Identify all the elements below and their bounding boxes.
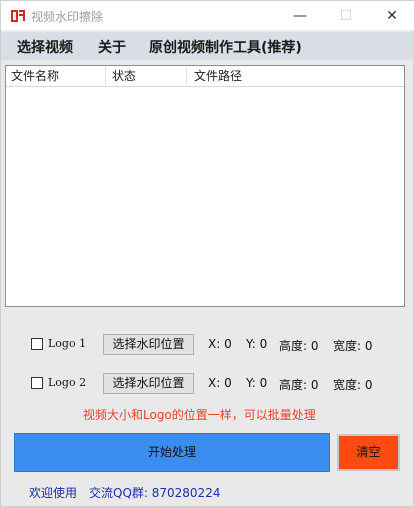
logo2-y-value: Y: 0 xyxy=(246,376,268,390)
maximize-icon: ☐ xyxy=(339,8,353,24)
qq-group-text: 交流QQ群: 870280224 xyxy=(89,486,221,500)
column-header-filename[interactable]: 文件名称 xyxy=(6,66,106,87)
logo2-height-value: 高度: 0 xyxy=(279,378,319,392)
title-bar[interactable]: 视频水印擦除 — ☐ ✕ xyxy=(1,1,414,31)
batch-hint-text: 视频大小和Logo的位置一样，可以批量处理 xyxy=(83,408,316,422)
logo2-x-value: X: 0 xyxy=(208,376,232,390)
minimize-button[interactable]: — xyxy=(277,1,323,31)
table-header: 文件名称 状态 文件路径 xyxy=(6,66,404,87)
close-button[interactable]: ✕ xyxy=(369,1,414,31)
app-logo-icon xyxy=(11,10,25,22)
logo2-width-value: 宽度: 0 xyxy=(333,378,373,392)
clear-button[interactable]: 清空 xyxy=(337,434,400,471)
logo1-height-value: 高度: 0 xyxy=(279,339,319,353)
menu-bar: 选择视频 关于 原创视频制作工具(推荐) xyxy=(1,32,414,60)
logo2-checkbox[interactable] xyxy=(31,377,43,389)
welcome-text: 欢迎使用 xyxy=(29,486,78,500)
window-title: 视频水印擦除 xyxy=(31,10,104,24)
logo1-x-value: X: 0 xyxy=(208,337,232,351)
maximize-button[interactable]: ☐ xyxy=(323,1,369,31)
logo1-width-value: 宽度: 0 xyxy=(333,339,373,353)
close-icon: ✕ xyxy=(386,8,398,24)
menu-original-video-tool[interactable]: 原创视频制作工具(推荐) xyxy=(149,37,302,57)
logo1-label[interactable]: Logo 1 xyxy=(48,337,86,350)
file-list-table[interactable]: 文件名称 状态 文件路径 xyxy=(5,65,405,307)
logo2-label[interactable]: Logo 2 xyxy=(48,376,86,389)
start-processing-button[interactable]: 开始处理 xyxy=(14,433,330,472)
menu-about[interactable]: 关于 xyxy=(98,37,126,57)
column-header-status[interactable]: 状态 xyxy=(107,66,187,87)
column-header-filepath[interactable]: 文件路径 xyxy=(188,66,404,87)
logo1-select-position-button[interactable]: 选择水印位置 xyxy=(103,334,194,355)
minimize-icon: — xyxy=(293,8,307,24)
menu-select-video[interactable]: 选择视频 xyxy=(17,37,73,57)
logo1-checkbox[interactable] xyxy=(31,338,43,350)
logo1-y-value: Y: 0 xyxy=(246,337,268,351)
app-window: 视频水印擦除 — ☐ ✕ 选择视频 关于 原创视频制作工具(推荐) 文件名称 状… xyxy=(0,0,414,507)
logo2-select-position-button[interactable]: 选择水印位置 xyxy=(103,373,194,394)
